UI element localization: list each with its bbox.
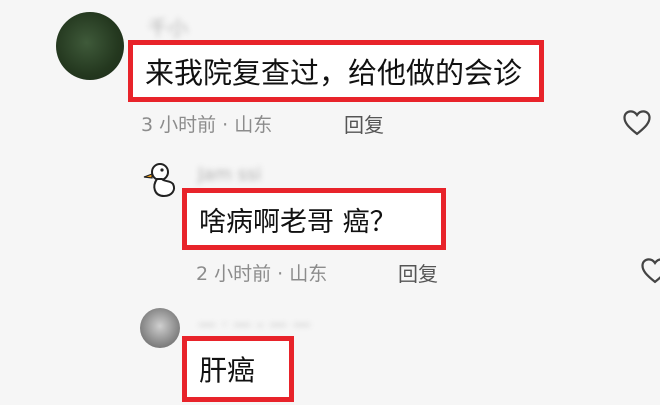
avatar-comment-3[interactable] [140,308,180,348]
comment-1-time-location: 3 小时前 · 山东 [141,114,273,136]
comment-1-username[interactable]: 千小 [148,12,188,41]
avatar-comment-1[interactable] [56,12,124,80]
comment-3-text: 肝癌 [199,354,256,387]
comment-2-reply-button[interactable]: 回复 [398,258,438,287]
duck-avatar-icon[interactable] [140,160,180,200]
comment-1-reply-button[interactable]: 回复 [344,109,384,138]
comment-3-username[interactable]: — · — - — — [198,314,311,335]
comment-2-time-location: 2 小时前 · 山东 [196,263,328,285]
heart-outline-icon[interactable] [640,256,660,284]
comment-1-text-box: 来我院复查过，给他做的会诊 [128,40,544,102]
heart-outline-icon[interactable] [622,108,652,136]
comment-1-text: 来我院复查过，给他做的会诊 [145,56,523,90]
comment-3-text-box: 肝癌 [182,336,294,402]
comment-2-text: 啥病啊老哥 癌？ [199,206,397,238]
comment-2-username[interactable]: Jam ssi [198,164,261,185]
comment-2-text-box: 啥病啊老哥 癌？ [182,188,446,250]
